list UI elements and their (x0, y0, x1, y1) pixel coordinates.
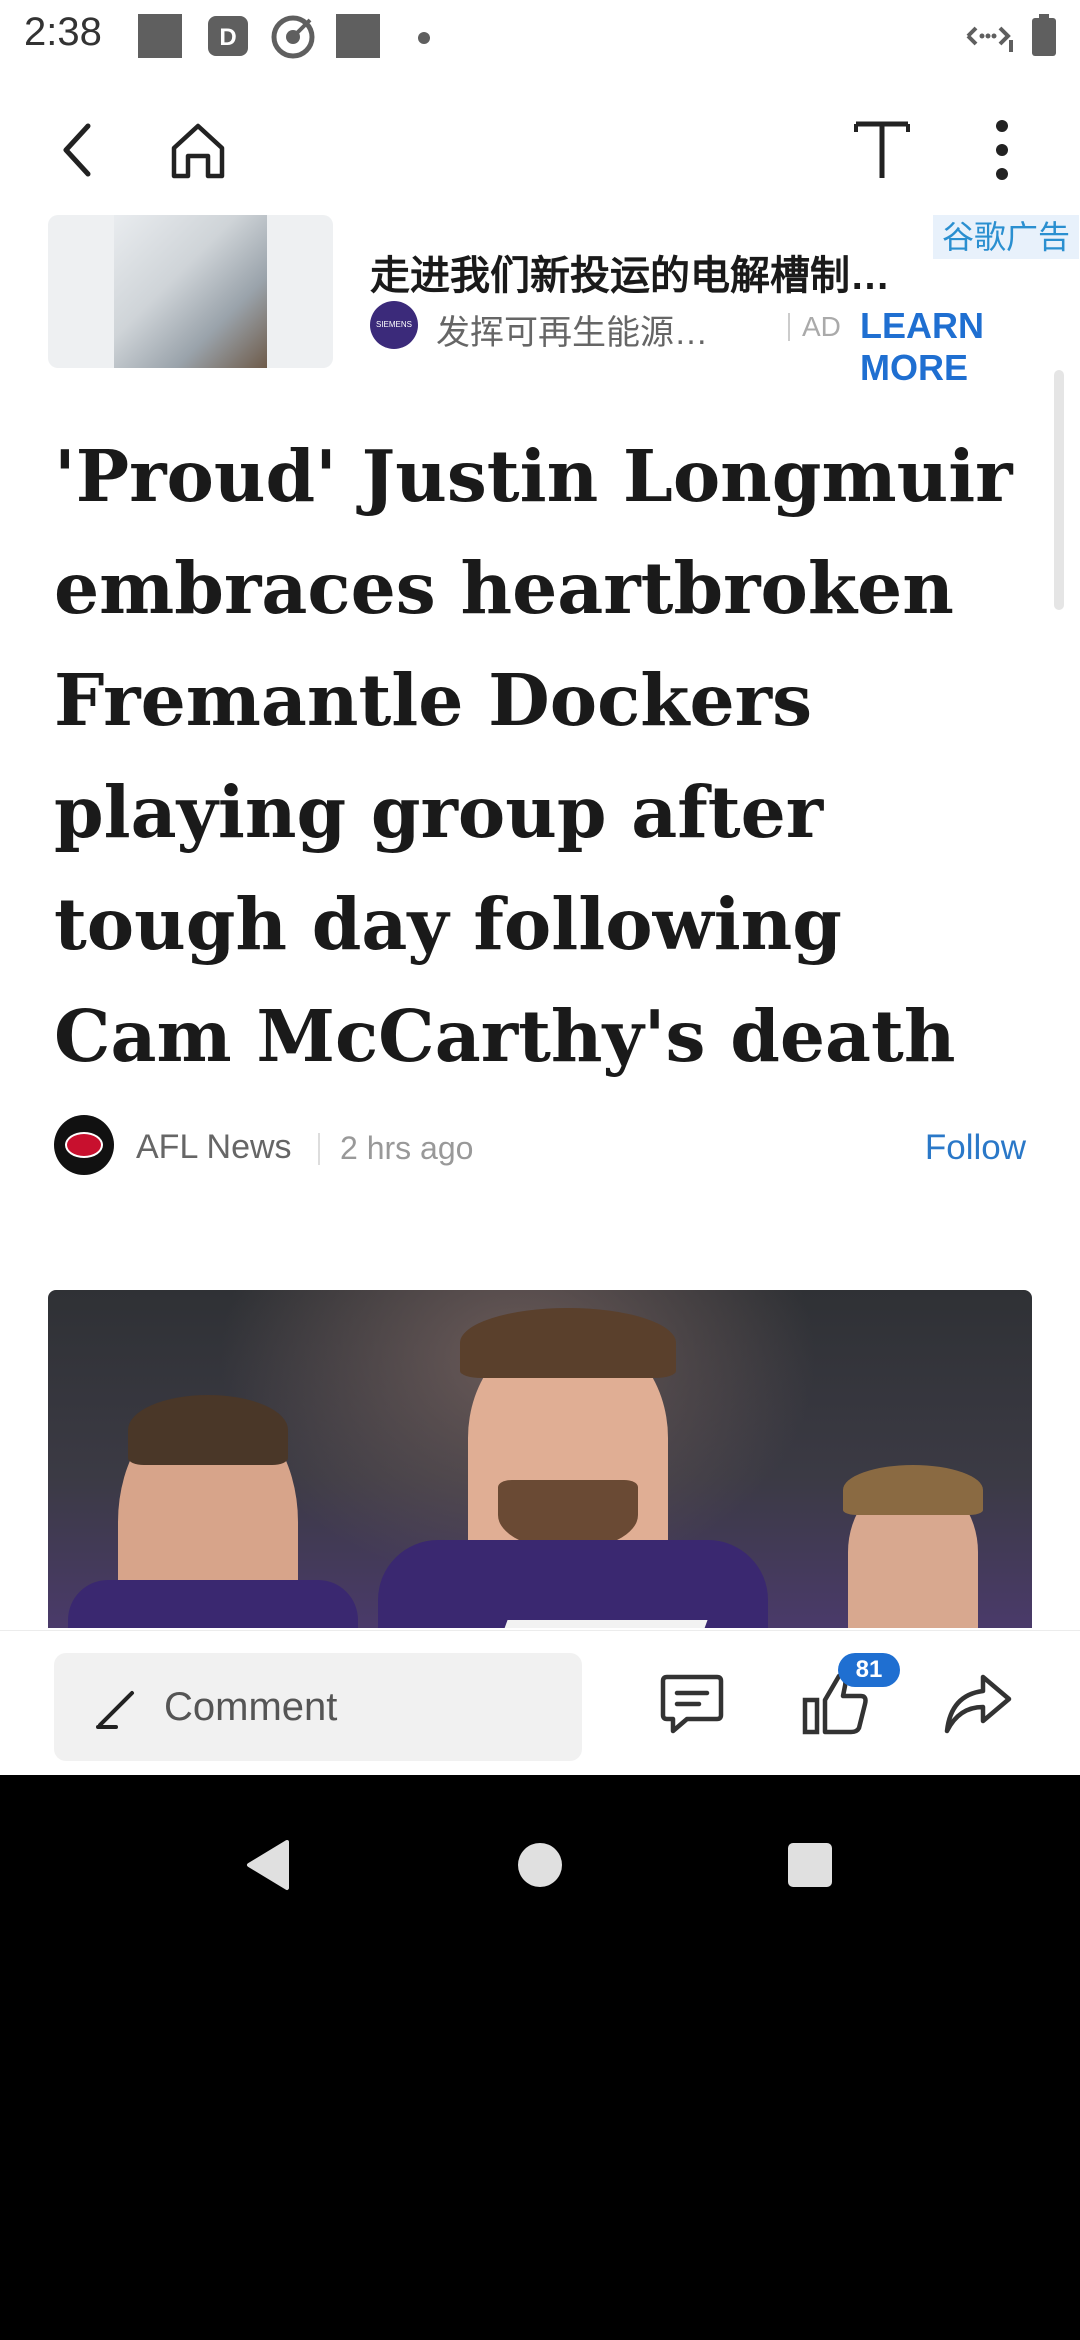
pencil-icon (96, 1691, 134, 1729)
ad-divider (788, 313, 790, 341)
svg-text:D: D (219, 24, 236, 51)
recents-square-icon (788, 1843, 832, 1887)
back-button[interactable] (36, 110, 116, 190)
ad-photo (114, 215, 267, 368)
source-name[interactable]: AFL News (136, 1128, 292, 1167)
article-toolbar (0, 80, 1080, 210)
scrollbar-thumb[interactable] (1054, 370, 1064, 610)
home-circle-icon (518, 1843, 562, 1887)
comment-bubble-icon (660, 1674, 724, 1734)
comment-input[interactable]: Comment (54, 1653, 582, 1761)
status-time: 2:38 (24, 10, 102, 54)
system-nav-bar (0, 1775, 1080, 2340)
comments-button[interactable] (652, 1663, 732, 1743)
afl-logo-icon[interactable] (54, 1115, 114, 1175)
more-options-button[interactable] (962, 110, 1042, 190)
home-icon (171, 123, 225, 179)
signal-icon (962, 18, 1014, 59)
dot-icon (418, 32, 430, 44)
ad-badge: 谷歌广告 (933, 215, 1079, 259)
follow-button[interactable]: Follow (925, 1128, 1026, 1168)
ad-thumbnail[interactable] (48, 215, 333, 368)
learn-more-button[interactable]: LEARN MORE (860, 305, 1080, 389)
chevron-left-icon (63, 123, 91, 177)
share-button[interactable] (938, 1663, 1018, 1743)
notification-square-icon (138, 14, 182, 58)
article-headline: 'Proud' Justin Longmuir embraces heartbr… (54, 434, 1013, 1078)
divider (318, 1133, 320, 1165)
ad-subtitle: 发挥可再生能源… (436, 314, 708, 352)
nav-back-button[interactable] (228, 1825, 308, 1905)
bottom-action-bar: Comment 81 (0, 1630, 1080, 1776)
ad-banner[interactable]: 走进我们新投运的电解槽制… 谷歌广告 SIEMENS energy 发挥可再生能… (48, 215, 1080, 388)
article-source-row: AFL News 2 hrs ago Follow (54, 1115, 1034, 1181)
battery-icon (1030, 14, 1058, 63)
notification-square-icon (336, 14, 380, 58)
ad-title[interactable]: 走进我们新投运的电解槽制… (370, 243, 980, 301)
text-size-icon (854, 121, 910, 178)
like-count-badge: 81 (838, 1653, 900, 1687)
target-icon (270, 14, 316, 65)
publish-time: 2 hrs ago (340, 1130, 474, 1166)
nav-recents-button[interactable] (770, 1825, 850, 1905)
share-arrow-icon (944, 1674, 1012, 1734)
ad-tag: AD (802, 311, 841, 342)
ad-brand-logo: SIEMENS energy (370, 301, 418, 377)
d-app-icon: D (206, 14, 250, 63)
text-size-button[interactable] (842, 110, 922, 190)
back-triangle-icon (247, 1840, 289, 1890)
status-bar: 2:38 D (0, 0, 1080, 72)
article-hero-image[interactable] (48, 1290, 1032, 1628)
nav-home-button[interactable] (500, 1825, 580, 1905)
home-button[interactable] (158, 110, 238, 190)
comment-placeholder: Comment (164, 1685, 338, 1729)
more-vertical-icon (996, 120, 1008, 180)
